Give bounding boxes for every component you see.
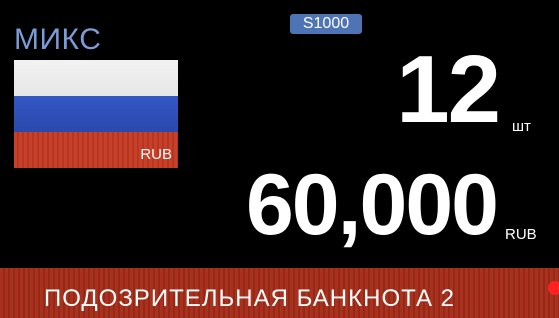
- suspicious-banknote-alert: ПОДОЗРИТЕЛЬНАЯ БАНКНОТА 2: [44, 285, 456, 312]
- counter-display: МИКС S1000 RUB 12 шт 60,000 RUB ПОДОЗРИТ…: [0, 0, 559, 318]
- count-unit: шт: [512, 118, 531, 135]
- flag-stripe-blue: [14, 96, 178, 132]
- banknote-count: 12: [396, 36, 501, 143]
- currency-code: RUB: [140, 146, 172, 163]
- amount-currency: RUB: [505, 226, 537, 243]
- russia-flag-icon: RUB: [14, 60, 178, 168]
- mode-label: МИКС: [14, 23, 102, 56]
- total-amount: 60,000: [245, 157, 499, 253]
- model-badge: S1000: [290, 14, 362, 34]
- flag-stripe-white: [14, 60, 178, 96]
- alert-indicator-icon: [548, 281, 559, 295]
